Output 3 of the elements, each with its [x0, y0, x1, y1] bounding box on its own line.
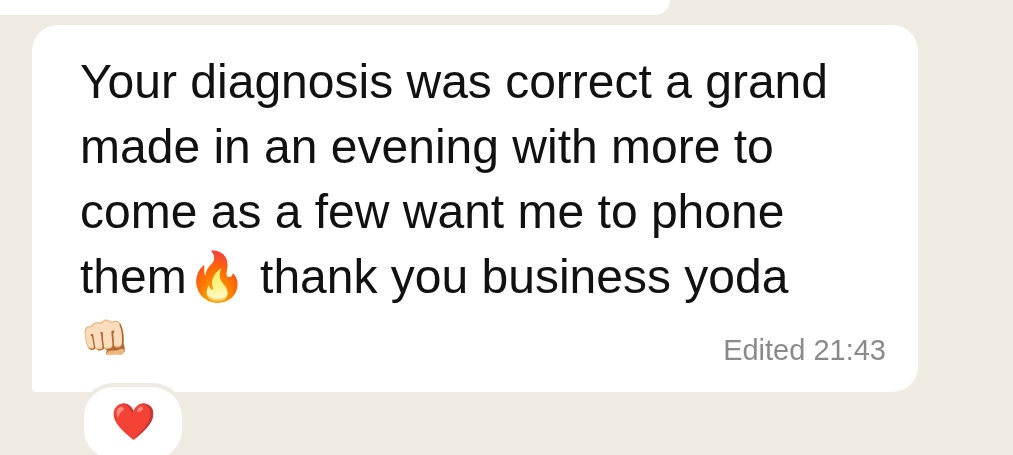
fist-emoji: 👊🏻: [80, 315, 130, 362]
message-text: Your diagnosis was correct a grand made in an evening with more to come as a few want me to phone them🔥 thank you business yoda: [80, 54, 828, 305]
message-timestamp: Edited 21:43: [723, 332, 886, 368]
